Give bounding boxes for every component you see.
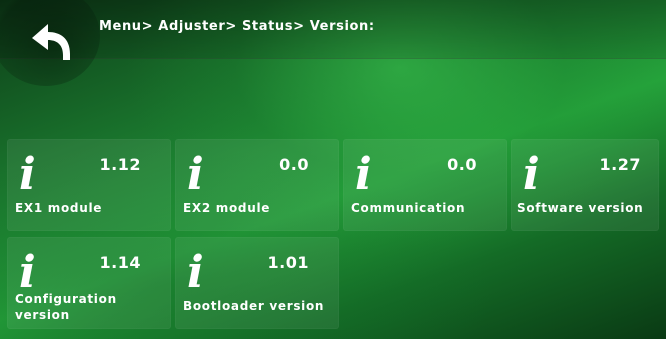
tile-label: Configuration version bbox=[15, 292, 117, 322]
tile-value: 1.27 bbox=[599, 155, 641, 174]
tile-value: 0.0 bbox=[447, 155, 477, 174]
tile-software-version[interactable]: i 1.27 Software version bbox=[511, 139, 659, 231]
tile-value: 1.12 bbox=[99, 155, 141, 174]
tile-label: EX2 module bbox=[183, 201, 271, 215]
breadcrumb: Menu> Adjuster> Status> Version: bbox=[99, 19, 375, 34]
tile-ex2-module[interactable]: i 0.0 EX2 module bbox=[175, 139, 339, 231]
tile-value: 0.0 bbox=[279, 155, 309, 174]
tile-label: EX1 module bbox=[15, 201, 103, 215]
tile-ex1-module[interactable]: i 1.12 EX1 module bbox=[7, 139, 171, 231]
info-icon: i bbox=[355, 149, 372, 200]
info-icon: i bbox=[187, 149, 204, 200]
tile-label: Software version bbox=[517, 201, 644, 215]
header-bar: Menu> Adjuster> Status> Version: bbox=[0, 0, 666, 86]
back-button[interactable] bbox=[0, 0, 100, 86]
tile-value: 1.01 bbox=[267, 253, 309, 272]
tile-configuration-version[interactable]: i 1.14 Configuration version bbox=[7, 237, 171, 329]
info-icon: i bbox=[19, 149, 36, 200]
info-icon: i bbox=[19, 247, 36, 298]
tile-bootloader-version[interactable]: i 1.01 Bootloader version bbox=[175, 237, 339, 329]
tile-communication[interactable]: i 0.0 Communication bbox=[343, 139, 507, 231]
tile-label: Bootloader version bbox=[183, 299, 325, 313]
info-icon: i bbox=[187, 247, 204, 298]
info-icon: i bbox=[523, 149, 540, 200]
version-screen: Menu> Adjuster> Status> Version: i 1.12 … bbox=[0, 0, 666, 339]
back-arrow-icon bbox=[32, 24, 70, 60]
tile-label: Communication bbox=[351, 201, 466, 215]
tile-value: 1.14 bbox=[99, 253, 141, 272]
